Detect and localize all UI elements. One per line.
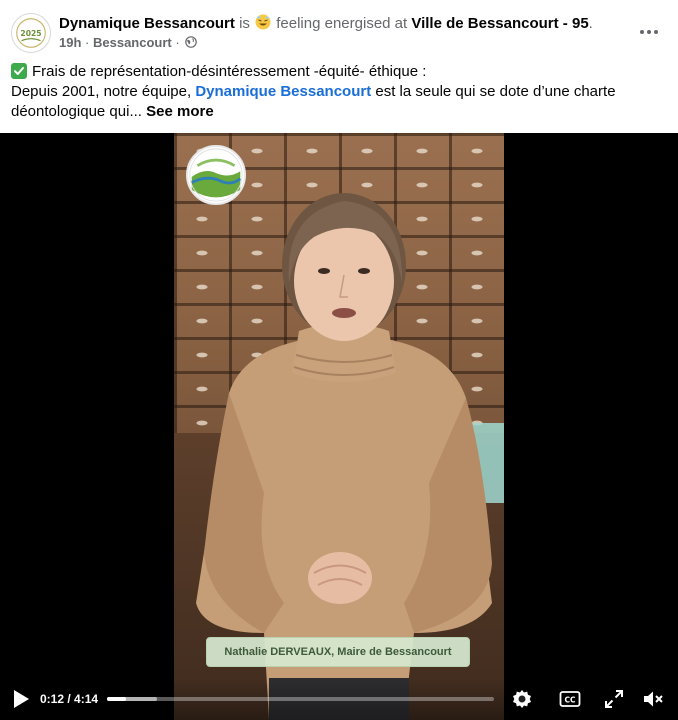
video-frame[interactable]: [174, 133, 504, 720]
place-link[interactable]: Ville de Bessancourt - 95: [411, 15, 588, 32]
video-progress-fill: [107, 697, 126, 701]
speaker-figure: [196, 193, 492, 720]
video-time: 0:12 / 4:14: [40, 692, 99, 706]
post-text-segment: est la seule qui se dote d’une charte: [371, 83, 616, 100]
post-meta: 19h · Bessancourt ·: [59, 35, 198, 51]
page-avatar[interactable]: 2025: [11, 13, 51, 53]
play-icon[interactable]: [12, 689, 30, 709]
more-dot: [654, 30, 658, 34]
video-progress-bar[interactable]: [107, 697, 494, 701]
video-player[interactable]: Nathalie DERVEAUX, Maire de Bessancourt …: [0, 133, 678, 720]
author-name[interactable]: Dynamique Bessancourt: [59, 15, 235, 32]
post-timestamp[interactable]: 19h: [59, 35, 81, 50]
verb-text: is: [239, 15, 250, 32]
post-header: 2025 Dynamique Bessancourt is feeling en…: [0, 0, 678, 58]
more-options-icon[interactable]: [634, 20, 664, 44]
meta-separator: ·: [85, 35, 90, 50]
speaker-caption: Nathalie DERVEAUX, Maire de Bessancourt: [206, 637, 470, 667]
meta-separator-2: ·: [175, 35, 180, 50]
post-text-line-3: déontologique qui... See more: [11, 102, 661, 122]
post-text-heading: Frais de représentation-désintéressement…: [32, 63, 427, 80]
video-controls: 0:12 / 4:14 CC: [0, 679, 678, 720]
energised-emoji-icon: [255, 14, 271, 30]
volume-muted-icon[interactable]: [641, 687, 665, 711]
svg-text:2025: 2025: [20, 29, 41, 38]
more-dot: [647, 30, 651, 34]
page-mention-link[interactable]: Dynamique Bessancourt: [195, 83, 371, 100]
more-dot: [640, 30, 644, 34]
post-location[interactable]: Bessancourt: [93, 35, 172, 50]
fullscreen-icon[interactable]: [602, 687, 626, 711]
globe-icon: [185, 36, 198, 48]
place-suffix: .: [588, 15, 593, 32]
post-text-segment: Depuis 2001, notre équipe,: [11, 83, 196, 100]
post-text-segment: déontologique qui...: [11, 103, 147, 120]
svg-text:CC: CC: [564, 696, 576, 705]
post-text-line-1: Frais de représentation-désintéressement…: [11, 62, 661, 82]
closed-captions-icon[interactable]: CC: [558, 687, 582, 711]
check-mark-icon: [11, 63, 27, 79]
post-text-line-2: Depuis 2001, notre équipe, Dynamique Bes…: [11, 82, 661, 102]
post-text: Frais de représentation-désintéressement…: [11, 62, 661, 122]
channel-logo-badge: [186, 145, 246, 205]
feeling-text: feeling energised at: [276, 15, 408, 32]
facebook-post: 2025 Dynamique Bessancourt is feeling en…: [0, 0, 678, 720]
see-more-link[interactable]: See more: [146, 103, 214, 120]
post-title-line: Dynamique Bessancourt is feeling energis…: [59, 14, 593, 33]
settings-gear-icon[interactable]: [510, 687, 534, 711]
